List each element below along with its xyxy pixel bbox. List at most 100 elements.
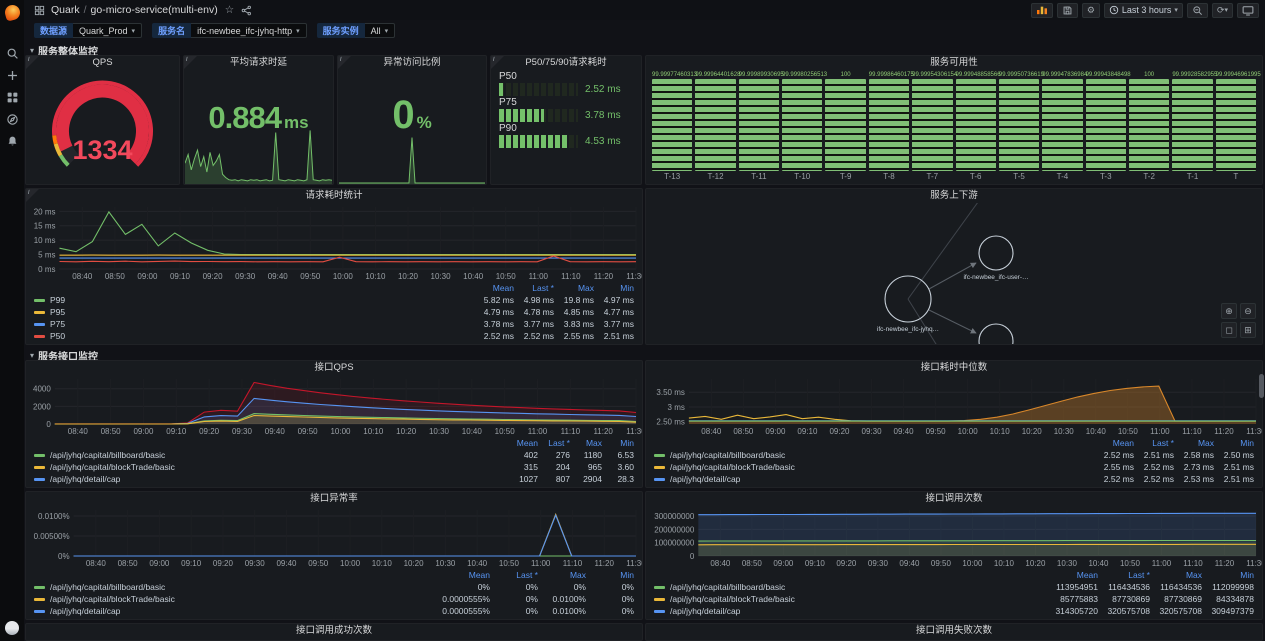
panel-title[interactable]: 接口调用失败次数 xyxy=(646,624,1262,638)
refresh-button[interactable]: ⟳ ▾ xyxy=(1212,3,1233,18)
legend-series-name[interactable]: /api/jyhq/capital/blockTrade/basic xyxy=(34,594,442,604)
legend-stat-header[interactable]: Min xyxy=(586,570,634,580)
dashboard-variables: 数据源 Quark_Prod▾ 服务名 ifc-newbee_ifc-jyhq-… xyxy=(24,20,1265,41)
svg-text:10:20: 10:20 xyxy=(404,559,425,568)
legend-series-name[interactable]: /api/jyhq/detail/cap xyxy=(34,474,506,484)
legend-stat-header[interactable]: Max xyxy=(1174,438,1214,448)
legend-swatch-icon xyxy=(34,335,45,338)
legend-series-name[interactable]: /api/jyhq/capital/billboard/basic xyxy=(654,582,1046,592)
legend-stat-header[interactable]: Last * xyxy=(490,570,538,580)
zoom-out-icon[interactable]: ⊖ xyxy=(1240,303,1256,319)
panel-title[interactable]: 平均请求时延 xyxy=(184,56,333,70)
breadcrumb-root[interactable]: Quark xyxy=(51,4,80,16)
insights-icon[interactable] xyxy=(1031,3,1053,18)
panel-title[interactable]: 服务可用性 xyxy=(646,56,1262,70)
alerting-bell-icon[interactable] xyxy=(0,130,24,152)
share-icon[interactable] xyxy=(241,5,252,16)
legend-stat-header[interactable]: Last * xyxy=(1134,438,1174,448)
kiosk-tv-icon[interactable] xyxy=(1237,3,1259,18)
breadcrumb-page[interactable]: go-micro-service(multi-env) xyxy=(91,4,218,16)
panel-title[interactable]: 接口调用次数 xyxy=(646,492,1262,506)
legend-series-name[interactable]: /api/jyhq/detail/cap xyxy=(654,606,1046,616)
create-plus-icon[interactable] xyxy=(0,64,24,86)
svg-text:09:20: 09:20 xyxy=(199,427,220,436)
instance-select[interactable]: All▾ xyxy=(365,23,396,38)
avg-latency-value: 0.884ms xyxy=(184,100,333,136)
service-node[interactable] xyxy=(979,236,1013,270)
legend-series-name[interactable]: P50 xyxy=(34,331,474,341)
save-icon[interactable] xyxy=(1057,3,1078,18)
panel-title[interactable]: 接口异常率 xyxy=(26,492,642,506)
svg-text:0: 0 xyxy=(690,552,695,561)
panel-title[interactable]: 请求耗时统计 xyxy=(26,189,642,203)
availability-x-label: T xyxy=(1216,171,1256,182)
legend-stat-header[interactable]: Mean xyxy=(442,570,490,580)
panel-info-icon[interactable]: i xyxy=(26,189,39,202)
datasource-select[interactable]: Quark_Prod▾ xyxy=(73,23,142,38)
panel-info-icon[interactable]: i xyxy=(491,56,504,69)
legend-series-name[interactable]: P95 xyxy=(34,307,474,317)
apps-grid-icon[interactable] xyxy=(34,5,45,16)
svg-text:09:00: 09:00 xyxy=(149,559,170,568)
search-icon[interactable] xyxy=(0,42,24,64)
time-range-picker[interactable]: Last 3 hours ▾ xyxy=(1104,3,1183,18)
legend-stat-header[interactable]: Min xyxy=(1202,570,1254,580)
legend-series-name[interactable]: /api/jyhq/capital/billboard/basic xyxy=(34,450,506,460)
star-icon[interactable]: ☆ xyxy=(225,4,234,16)
legend-stat-header[interactable]: Min xyxy=(602,438,634,448)
service-select[interactable]: ifc-newbee_ifc-jyhq-http▾ xyxy=(191,23,307,38)
legend-series-name[interactable]: /api/jyhq/capital/billboard/basic xyxy=(34,582,442,592)
legend-stat-header[interactable]: Min xyxy=(594,283,634,293)
panel-title[interactable]: 异常访问比例 xyxy=(338,56,486,70)
service-node[interactable] xyxy=(979,324,1013,344)
zoom-in-icon[interactable]: ⊕ xyxy=(1221,303,1237,319)
panel-info-icon[interactable]: i xyxy=(338,56,351,69)
svg-text:11:00: 11:00 xyxy=(1152,559,1172,568)
legend-stat-header[interactable]: Mean xyxy=(1094,438,1134,448)
legend-stat-value: 2.52 ms xyxy=(514,331,554,341)
legend-stat-header[interactable]: Mean xyxy=(506,438,538,448)
legend-stat-value: 0% xyxy=(490,582,538,592)
service-topology-graph[interactable]: ifc-newbee_ifc-jyhq…ifc-newbee_ifc-user-… xyxy=(646,203,1262,344)
panel-title[interactable]: P50/75/90请求耗时 xyxy=(491,56,641,70)
svg-text:200000000: 200000000 xyxy=(654,525,695,534)
legend-stat-header[interactable]: Max xyxy=(554,283,594,293)
legend-stat-header[interactable]: Max xyxy=(1150,570,1202,580)
refresh-caret-icon[interactable]: ▾ xyxy=(1224,6,1228,14)
grid-view-icon[interactable]: ⊞ xyxy=(1240,322,1256,338)
layout-icon[interactable]: ◻ xyxy=(1221,322,1237,338)
panel-title[interactable]: 接口调用成功次数 xyxy=(26,624,642,638)
legend-stat-header[interactable]: Max xyxy=(570,438,602,448)
availability-value: 99.99928582955 xyxy=(1172,71,1212,79)
panel-title[interactable]: QPS xyxy=(26,56,179,70)
dashboards-icon[interactable] xyxy=(0,86,24,108)
legend-series-name[interactable]: /api/jyhq/detail/cap xyxy=(34,606,442,616)
legend-series-name[interactable]: /api/jyhq/capital/blockTrade/basic xyxy=(654,462,1094,472)
legend-series-name[interactable]: P99 xyxy=(34,295,474,305)
legend-series-name[interactable]: /api/jyhq/detail/cap xyxy=(654,474,1094,484)
panel-title[interactable]: 接口耗时中位数 xyxy=(646,361,1262,375)
panel-info-icon[interactable]: i xyxy=(26,56,39,69)
legend-stat-header[interactable]: Last * xyxy=(514,283,554,293)
availability-bar xyxy=(739,79,779,171)
zoom-out-icon[interactable] xyxy=(1187,3,1208,18)
legend-series-name[interactable]: P75 xyxy=(34,319,474,329)
scrollbar-thumb[interactable] xyxy=(1259,374,1264,398)
legend-series-name[interactable]: /api/jyhq/capital/billboard/basic xyxy=(654,450,1094,460)
legend-series-name[interactable]: /api/jyhq/capital/blockTrade/basic xyxy=(654,594,1046,604)
explore-icon[interactable] xyxy=(0,108,24,130)
panel-info-icon[interactable]: i xyxy=(184,56,197,69)
legend-stat-header[interactable]: Mean xyxy=(1046,570,1098,580)
legend-stat-header[interactable]: Last * xyxy=(1098,570,1150,580)
legend-stat-header[interactable]: Mean xyxy=(474,283,514,293)
time-range-label: Last 3 hours xyxy=(1122,5,1172,15)
panel-title[interactable]: 服务上下游 xyxy=(646,189,1262,203)
user-avatar[interactable] xyxy=(5,621,19,635)
legend-series-name[interactable]: /api/jyhq/capital/blockTrade/basic xyxy=(34,462,506,472)
grafana-logo[interactable] xyxy=(0,0,24,24)
legend-stat-header[interactable]: Last * xyxy=(538,438,570,448)
legend-stat-header[interactable]: Min xyxy=(1214,438,1254,448)
panel-title[interactable]: 接口QPS xyxy=(26,361,642,375)
settings-gear-icon[interactable]: ⚙ xyxy=(1082,3,1100,18)
legend-stat-header[interactable]: Max xyxy=(538,570,586,580)
